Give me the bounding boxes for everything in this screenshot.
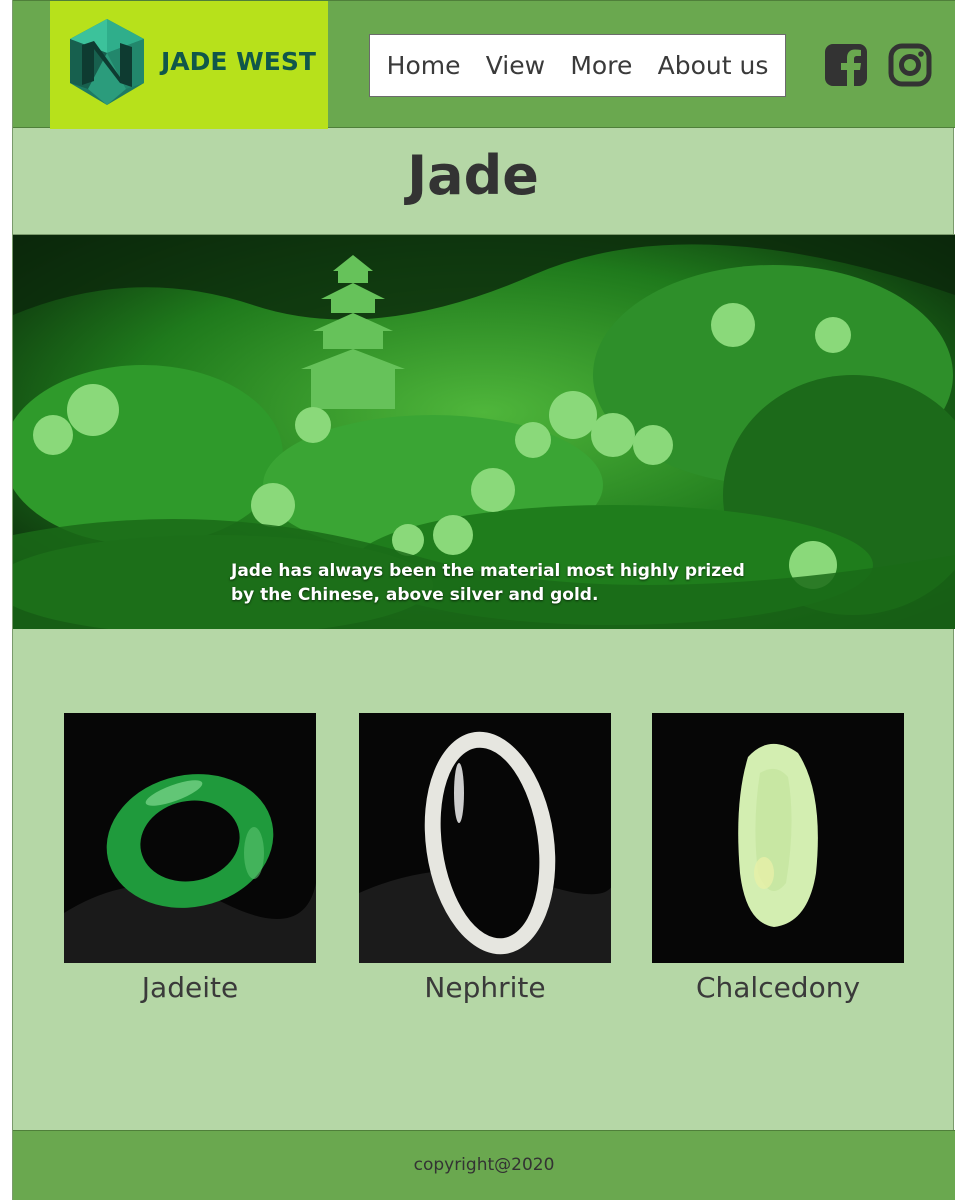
- brand-name: JADE WEST: [161, 47, 316, 76]
- facebook-icon[interactable]: [824, 43, 868, 87]
- chalcedony-pendant-image: [652, 713, 904, 963]
- product-image[interactable]: [64, 713, 316, 963]
- main-nav: Home View More About us: [369, 34, 786, 97]
- page-title: Jade: [407, 144, 539, 207]
- instagram-icon[interactable]: [888, 43, 932, 87]
- nav-item-about-us[interactable]: About us: [658, 51, 769, 80]
- product-name[interactable]: Jadeite: [64, 971, 316, 1004]
- hero-banner: Jade has always been the material most h…: [13, 235, 955, 629]
- hero-caption: Jade has always been the material most h…: [231, 561, 745, 605]
- product-image[interactable]: [359, 713, 611, 963]
- nav-item-more[interactable]: More: [570, 51, 632, 80]
- product-name[interactable]: Chalcedony: [652, 971, 904, 1004]
- site-header: JADE WEST Home View More About us: [13, 0, 955, 129]
- site-logo[interactable]: JADE WEST: [50, 1, 328, 129]
- product-card-chalcedony[interactable]: Chalcedony: [652, 713, 904, 1004]
- product-card-nephrite[interactable]: Nephrite: [359, 713, 611, 1004]
- product-name[interactable]: Nephrite: [359, 971, 611, 1004]
- nav-item-view[interactable]: View: [486, 51, 545, 80]
- jadeite-ring-image: [64, 713, 316, 963]
- product-image[interactable]: [652, 713, 904, 963]
- nav-item-home[interactable]: Home: [387, 51, 461, 80]
- site-footer: copyright@2020: [13, 1130, 955, 1200]
- nephrite-bangle-image: [359, 713, 611, 963]
- page-container: JADE WEST Home View More About us Jade J…: [12, 0, 955, 1200]
- jade-gem-logo-icon: [70, 19, 144, 105]
- title-band: Jade: [13, 128, 955, 235]
- product-card-jadeite[interactable]: Jadeite: [64, 713, 316, 1004]
- copyright-text: copyright@2020: [413, 1155, 555, 1175]
